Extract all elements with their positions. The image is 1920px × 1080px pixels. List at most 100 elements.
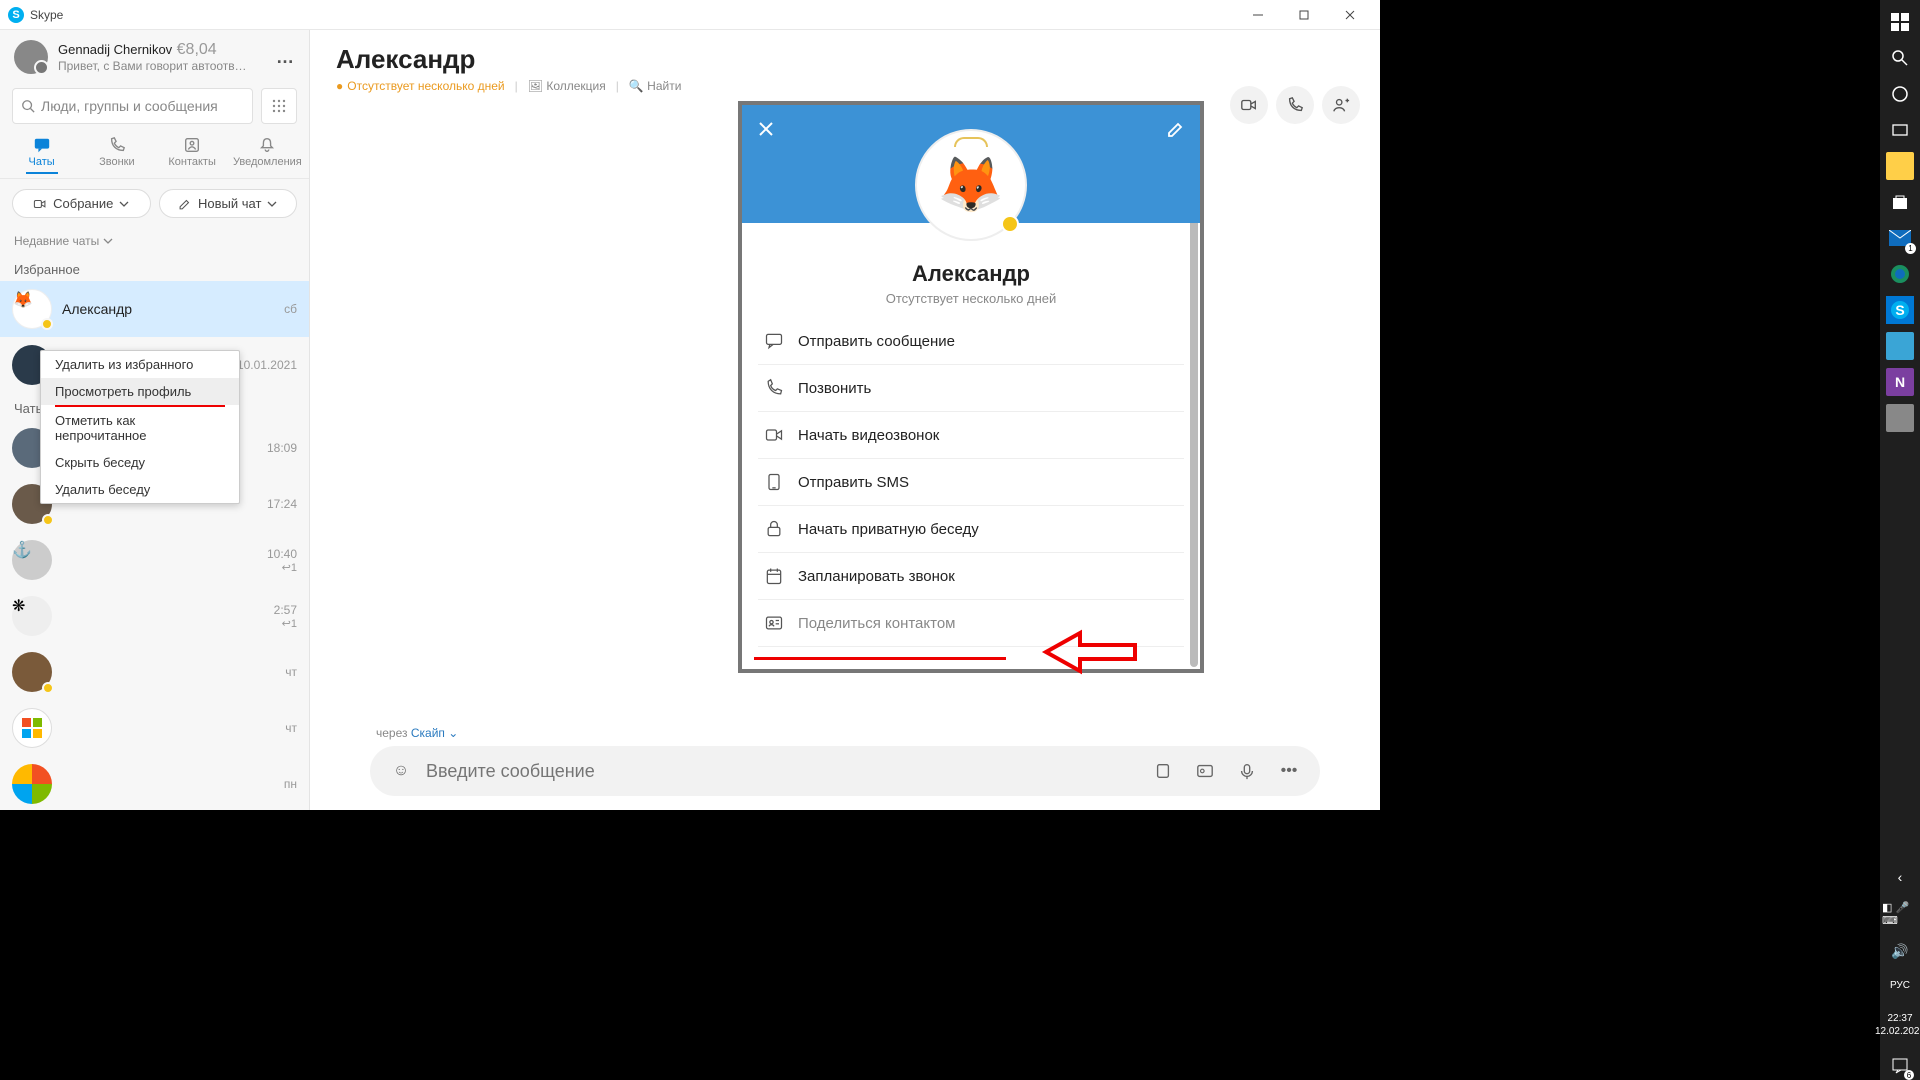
window-titlebar: S Skype [0, 0, 1380, 30]
search-input[interactable]: Люди, группы и сообщения [12, 88, 253, 124]
avatar [12, 652, 52, 692]
chat-row[interactable]: чт [0, 700, 309, 756]
skype-logo-icon: S [8, 7, 24, 23]
calendar-icon [764, 566, 784, 586]
profile-avatar: 🦊 [915, 129, 1027, 241]
profile-name: Александр [758, 261, 1184, 287]
contacts-icon [183, 136, 201, 154]
halo-icon [954, 137, 988, 147]
recent-chats-header[interactable]: Недавние чаты [0, 228, 309, 254]
profile-header[interactable]: Gennadij Chernikov €8,04 Привет, с Вами … [0, 30, 309, 84]
chat-title[interactable]: Александр [336, 44, 1354, 75]
window-close-button[interactable] [1328, 1, 1372, 29]
tab-calls[interactable]: Звонки [82, 136, 152, 174]
action-send-message[interactable]: Отправить сообщение [758, 318, 1184, 365]
taskbar-lang[interactable]: РУС [1888, 973, 1912, 998]
find-link[interactable]: 🔍 Найти [629, 79, 682, 93]
tab-contacts[interactable]: Контакты [157, 136, 227, 174]
tab-notifications[interactable]: Уведомления [232, 136, 302, 174]
desktop-background [1380, 0, 1880, 1080]
message-input-bar: через Скайп ⌄ ☺ ••• [310, 716, 1380, 810]
message-input[interactable] [426, 761, 1138, 782]
ctx-mark-unread[interactable]: Отметить как непрочитанное [41, 407, 239, 449]
avatar: ❋ [12, 596, 52, 636]
more-icon[interactable]: … [276, 47, 295, 68]
chat-icon [33, 136, 51, 154]
chat-row[interactable]: ❋ 2:57↩1 [0, 588, 309, 644]
mail-icon[interactable]: 1 [1886, 224, 1914, 252]
card-icon [1196, 762, 1214, 780]
profile-panel: 🦊 Александр Отсутствует несколько дней О… [738, 101, 1204, 673]
onenote-icon[interactable]: N [1886, 368, 1914, 396]
skype-taskbar-icon[interactable]: S [1886, 296, 1914, 324]
phone-icon [764, 378, 784, 398]
status-away-icon [1001, 215, 1019, 233]
action-send-sms[interactable]: Отправить SMS [758, 459, 1184, 506]
action-private-chat[interactable]: Начать приватную беседу [758, 506, 1184, 553]
taskbar-clock[interactable]: 22:3712.02.2021 [1873, 1006, 1920, 1044]
more-options-button[interactable]: ••• [1272, 754, 1306, 788]
store-icon[interactable] [1886, 188, 1914, 216]
status-away-icon [41, 318, 53, 330]
emoji-button[interactable]: ☺ [384, 754, 418, 788]
tray-icons[interactable]: ◧ 🎤 ⌨ [1880, 899, 1920, 929]
start-button[interactable] [1886, 8, 1914, 36]
chat-row[interactable]: пн [0, 756, 309, 810]
camera-icon [764, 425, 784, 445]
edge-icon[interactable] [1886, 260, 1914, 288]
volume-icon[interactable]: 🔊 [1886, 937, 1914, 965]
sidebar: Gennadij Chernikov €8,04 Привет, с Вами … [0, 30, 310, 810]
chat-row[interactable]: чт [0, 644, 309, 700]
tray-expand-icon[interactable]: ‹ [1886, 863, 1914, 891]
edit-profile-button[interactable] [1166, 119, 1186, 144]
close-panel-button[interactable] [756, 119, 776, 144]
meeting-button[interactable]: Собрание [12, 189, 151, 218]
windows-taskbar: 1 S N ‹ ◧ 🎤 ⌨ 🔊 РУС 22:3712.02.2021 6 [1880, 0, 1920, 1080]
via-line: через Скайп ⌄ [376, 726, 1320, 740]
annotation-underline [754, 657, 1006, 660]
new-chat-button[interactable]: Новый чат [159, 189, 298, 218]
chat-content: Александр Отсутствует несколько дней | 🖼… [310, 30, 1380, 810]
search-taskbar-button[interactable] [1886, 44, 1914, 72]
compose-icon [178, 197, 192, 211]
chevron-down-icon [267, 199, 277, 209]
dialpad-button[interactable] [261, 88, 297, 124]
ctx-delete-conversation[interactable]: Удалить беседу [41, 476, 239, 503]
chat-row-alexander[interactable]: 🦊 Александр сб [0, 281, 309, 337]
lock-icon [764, 519, 784, 539]
contact-card-button[interactable] [1188, 754, 1222, 788]
pencil-icon [1166, 119, 1186, 139]
action-video-call[interactable]: Начать видеозвонок [758, 412, 1184, 459]
status-away-icon [42, 514, 54, 526]
context-menu: Удалить из избранного Просмотреть профил… [40, 350, 240, 504]
taskview-button[interactable] [1886, 116, 1914, 144]
message-icon [764, 331, 784, 351]
collection-link[interactable]: 🖼 Коллекция [528, 79, 606, 93]
app-icon[interactable] [1886, 332, 1914, 360]
action-schedule-call[interactable]: Запланировать звонок [758, 553, 1184, 600]
app-icon-2[interactable] [1886, 404, 1914, 432]
self-name: Gennadij Chernikov [58, 42, 172, 57]
cortana-button[interactable] [1886, 80, 1914, 108]
self-status-msg: Привет, с Вами говорит автоответч… [58, 59, 248, 73]
ctx-hide-conversation[interactable]: Скрыть беседу [41, 449, 239, 476]
self-avatar[interactable] [14, 40, 48, 74]
explorer-icon[interactable] [1886, 152, 1914, 180]
chat-row[interactable]: ⚓ 10:40↩1 [0, 532, 309, 588]
window-maximize-button[interactable] [1282, 1, 1326, 29]
action-center-icon[interactable]: 6 [1886, 1052, 1914, 1080]
mic-icon [1238, 762, 1256, 780]
attach-file-button[interactable] [1146, 754, 1180, 788]
ctx-view-profile[interactable]: Просмотреть профиль [41, 378, 239, 405]
voice-message-button[interactable] [1230, 754, 1264, 788]
window-minimize-button[interactable] [1236, 1, 1280, 29]
annotation-arrow-icon [1040, 627, 1140, 677]
close-icon [756, 119, 776, 139]
ctx-remove-favorite[interactable]: Удалить из избранного [41, 351, 239, 378]
tab-chats[interactable]: Чаты [7, 136, 77, 174]
via-skype-link[interactable]: Скайп ⌄ [411, 726, 458, 740]
action-call[interactable]: Позвонить [758, 365, 1184, 412]
file-icon [1154, 762, 1172, 780]
avatar [12, 708, 52, 748]
sms-icon [764, 472, 784, 492]
